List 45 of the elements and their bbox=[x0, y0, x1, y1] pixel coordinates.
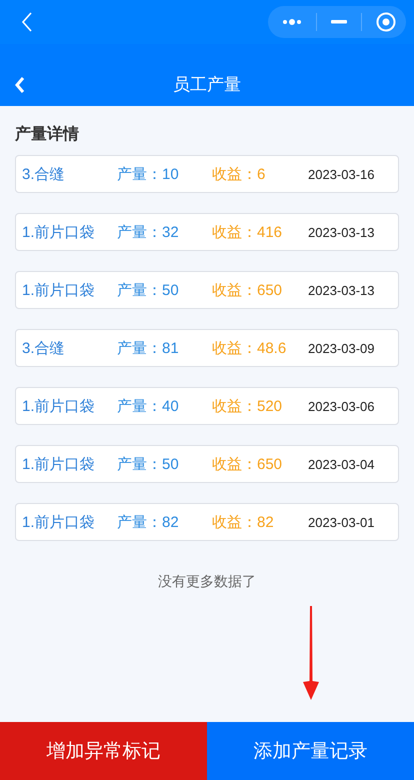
back-icon[interactable] bbox=[21, 12, 33, 32]
record-date: 2023-03-06 bbox=[308, 398, 374, 414]
earnings-text: 收益：82 bbox=[212, 512, 275, 532]
quantity-text: 产量：50 bbox=[117, 454, 180, 474]
add-record-button[interactable]: 添加产量记录 bbox=[207, 722, 414, 780]
process-name: 1.前片口袋 bbox=[22, 512, 96, 532]
page-title: 员工产量 bbox=[172, 74, 242, 96]
back-icon[interactable] bbox=[14, 76, 26, 94]
record-card[interactable]: 1.前片口袋 产量：50 收益：650 2023-03-13 bbox=[15, 271, 399, 309]
process-name: 1.前片口袋 bbox=[22, 222, 96, 242]
record-date: 2023-03-13 bbox=[308, 282, 374, 298]
earnings-text: 收益：48.6 bbox=[212, 338, 288, 358]
record-card[interactable]: 1.前片口袋 产量：40 收益：520 2023-03-06 bbox=[15, 387, 399, 425]
record-card[interactable]: 3.合缝 产量：10 收益：6 2023-03-16 bbox=[15, 155, 399, 193]
process-name: 3.合缝 bbox=[22, 164, 66, 184]
earnings-text: 收益：650 bbox=[212, 280, 284, 300]
quantity-text: 产量：40 bbox=[117, 396, 180, 416]
record-card[interactable]: 1.前片口袋 产量：50 收益：650 2023-03-04 bbox=[15, 445, 399, 483]
record-card[interactable]: 1.前片口袋 产量：32 收益：416 2023-03-13 bbox=[15, 213, 399, 251]
process-name: 1.前片口袋 bbox=[22, 396, 96, 416]
process-name: 1.前片口袋 bbox=[22, 280, 96, 300]
more-icon[interactable] bbox=[282, 18, 302, 26]
earnings-text: 收益：6 bbox=[212, 164, 266, 184]
record-date: 2023-03-04 bbox=[308, 456, 374, 472]
section-title: 产量详情 bbox=[15, 124, 80, 145]
quantity-text: 产量：10 bbox=[117, 164, 180, 184]
record-card[interactable]: 1.前片口袋 产量：82 收益：82 2023-03-01 bbox=[15, 503, 399, 541]
record-date: 2023-03-13 bbox=[308, 224, 374, 240]
record-card[interactable]: 3.合缝 产量：81 收益：48.6 2023-03-09 bbox=[15, 329, 399, 367]
add-exception-button[interactable]: 增加异常标记 bbox=[0, 722, 207, 780]
quantity-text: 产量：50 bbox=[117, 280, 180, 300]
end-of-list-note: 没有更多数据了 bbox=[157, 573, 257, 591]
record-date: 2023-03-09 bbox=[308, 340, 374, 356]
quantity-text: 产量：81 bbox=[117, 338, 180, 358]
quantity-text: 产量：32 bbox=[117, 222, 180, 242]
close-icon[interactable] bbox=[376, 12, 396, 32]
minimize-icon[interactable] bbox=[331, 20, 347, 24]
earnings-text: 收益：650 bbox=[212, 454, 284, 474]
record-date: 2023-03-16 bbox=[308, 166, 374, 182]
record-date: 2023-03-01 bbox=[308, 514, 374, 530]
process-name: 3.合缝 bbox=[22, 338, 66, 358]
process-name: 1.前片口袋 bbox=[22, 454, 96, 474]
earnings-text: 收益：520 bbox=[212, 396, 284, 416]
quantity-text: 产量：82 bbox=[117, 512, 180, 532]
earnings-text: 收益：416 bbox=[212, 222, 284, 242]
